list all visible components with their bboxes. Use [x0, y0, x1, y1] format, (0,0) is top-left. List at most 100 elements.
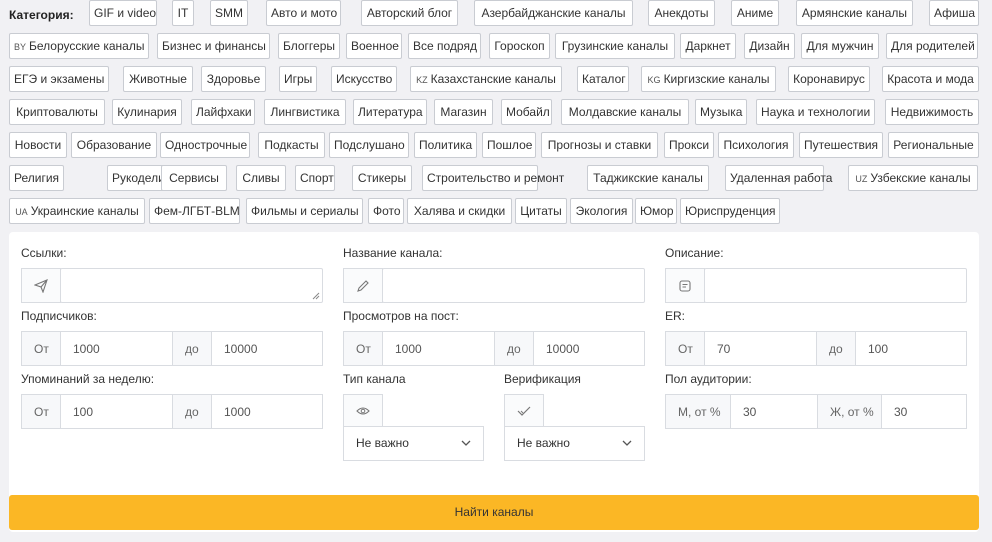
- category-chip[interactable]: Однострочные: [160, 132, 250, 158]
- category-chip[interactable]: Для родителей: [886, 33, 978, 59]
- category-chip-label: Каталог: [582, 72, 626, 86]
- subscribers-to-input[interactable]: 10000: [211, 331, 323, 366]
- category-chip[interactable]: Строительство и ремонт: [422, 165, 564, 191]
- category-chip[interactable]: Здоровье: [201, 66, 266, 92]
- category-chip[interactable]: KZ Казахстанские каналы: [410, 66, 562, 92]
- category-chip[interactable]: Лайфхаки: [191, 99, 255, 125]
- category-chip[interactable]: Прогнозы и ставки: [541, 132, 658, 158]
- category-chip[interactable]: SMM: [210, 0, 248, 26]
- category-chip[interactable]: Удаленная работа: [725, 165, 832, 191]
- category-chip[interactable]: Стикеры: [352, 165, 412, 191]
- category-chip[interactable]: Игры: [279, 66, 317, 92]
- category-chip[interactable]: Молдавские каналы: [561, 99, 689, 125]
- category-chip-label: Недвижимость: [890, 105, 974, 119]
- category-chip[interactable]: Мобайл: [501, 99, 552, 125]
- category-chip[interactable]: Экология: [570, 198, 633, 224]
- category-chip[interactable]: KG Киргизские каналы: [641, 66, 776, 92]
- category-chip[interactable]: Прокси: [664, 132, 714, 158]
- category-chip[interactable]: Искусство: [331, 66, 397, 92]
- category-chip[interactable]: Цитаты: [515, 198, 567, 224]
- category-chip[interactable]: Каталог: [577, 66, 629, 92]
- country-code: KG: [647, 75, 661, 85]
- category-chip-label: Анекдоты: [654, 6, 709, 20]
- category-chip[interactable]: Спорт: [295, 165, 335, 191]
- channel-name-label: Название канала:: [343, 246, 443, 260]
- category-chip[interactable]: Наука и технологии: [756, 99, 875, 125]
- channel-type-select[interactable]: Не важно: [343, 426, 484, 461]
- category-chip[interactable]: Авто и мото: [266, 0, 341, 26]
- check-icon: [504, 394, 544, 427]
- category-chip[interactable]: Бизнес и финансы: [157, 33, 270, 59]
- find-channels-button[interactable]: Найти каналы: [9, 495, 979, 530]
- er-to-input[interactable]: 100: [855, 331, 967, 366]
- category-chip-label: SMM: [215, 6, 243, 20]
- audience-male-input[interactable]: 30: [730, 394, 818, 429]
- category-chip[interactable]: Магазин: [434, 99, 493, 125]
- category-chip[interactable]: Для мужчин: [801, 33, 879, 59]
- category-chip[interactable]: UZ Узбекские каналы: [848, 165, 978, 191]
- category-chip[interactable]: GIF и video: [89, 0, 157, 26]
- category-chip[interactable]: Пошлое: [482, 132, 536, 158]
- category-chip[interactable]: Дизайн: [744, 33, 795, 59]
- category-chip[interactable]: Гороскоп: [489, 33, 550, 59]
- mentions-to-input[interactable]: 1000: [211, 394, 323, 429]
- category-chip[interactable]: Недвижимость: [885, 99, 979, 125]
- category-chip[interactable]: ЕГЭ и экзамены: [9, 66, 109, 92]
- category-chip[interactable]: Фото: [368, 198, 404, 224]
- er-from-input[interactable]: 70: [704, 331, 817, 366]
- category-chip[interactable]: Литература: [353, 99, 427, 125]
- category-chip[interactable]: Грузинские каналы: [555, 33, 675, 59]
- category-chip[interactable]: IT: [172, 0, 194, 26]
- category-chip[interactable]: BY Белорусские каналы: [9, 33, 149, 59]
- category-chip[interactable]: Военное: [346, 33, 402, 59]
- category-chip[interactable]: Блоггеры: [278, 33, 340, 59]
- category-chip[interactable]: Подкасты: [258, 132, 325, 158]
- category-chip-label: Лайфхаки: [196, 105, 252, 119]
- category-chip-label: Здоровье: [206, 72, 261, 86]
- category-chip[interactable]: Религия: [9, 165, 64, 191]
- category-chip[interactable]: Все подряд: [408, 33, 481, 59]
- category-chip[interactable]: Новости: [9, 132, 67, 158]
- category-chip[interactable]: Животные: [123, 66, 193, 92]
- category-chip[interactable]: Фем-ЛГБТ-BLM: [149, 198, 240, 224]
- audience-female-input[interactable]: 30: [881, 394, 967, 429]
- category-chip[interactable]: Афиша: [929, 0, 979, 26]
- category-chip[interactable]: Сервисы: [161, 165, 227, 191]
- category-chip-label: Литература: [358, 105, 423, 119]
- category-chip[interactable]: Аниме: [731, 0, 779, 26]
- category-chip[interactable]: Азербайджанские каналы: [474, 0, 633, 26]
- category-chip[interactable]: Анекдоты: [648, 0, 715, 26]
- category-chip[interactable]: Красота и мода: [882, 66, 979, 92]
- category-chip[interactable]: Юриспруденция: [680, 198, 780, 224]
- category-chip[interactable]: Авторский блог: [361, 0, 458, 26]
- verification-select[interactable]: Не важно: [504, 426, 645, 461]
- subscribers-from-input[interactable]: 1000: [60, 331, 173, 366]
- category-chip[interactable]: UA Украинские каналы: [9, 198, 145, 224]
- category-chip[interactable]: Юмор: [635, 198, 677, 224]
- category-chip[interactable]: Таджикские каналы: [587, 165, 709, 191]
- category-chip[interactable]: Армянские каналы: [796, 0, 913, 26]
- channel-name-input[interactable]: [382, 268, 645, 303]
- category-chip[interactable]: Фильмы и сериалы: [246, 198, 363, 224]
- category-chip[interactable]: Сливы: [236, 165, 286, 191]
- category-chip[interactable]: Лингвистика: [264, 99, 346, 125]
- category-chip[interactable]: Образование: [71, 132, 157, 158]
- views-from-input[interactable]: 1000: [382, 331, 495, 366]
- mentions-from-input[interactable]: 100: [60, 394, 173, 429]
- links-textarea[interactable]: [60, 268, 323, 303]
- views-to-input[interactable]: 10000: [533, 331, 645, 366]
- category-chip[interactable]: Халява и скидки: [407, 198, 512, 224]
- category-chip-label: Военное: [351, 39, 399, 53]
- category-chip-label: Экология: [575, 204, 628, 218]
- category-chip[interactable]: Политика: [414, 132, 477, 158]
- category-chip[interactable]: Музыка: [695, 99, 747, 125]
- category-chip[interactable]: Путешествия: [799, 132, 883, 158]
- description-input[interactable]: [704, 268, 967, 303]
- category-chip[interactable]: Кулинария: [112, 99, 182, 125]
- category-chip[interactable]: Криптовалюты: [9, 99, 105, 125]
- category-chip[interactable]: Коронавирус: [788, 66, 870, 92]
- category-chip[interactable]: Даркнет: [680, 33, 736, 59]
- category-chip[interactable]: Психология: [718, 132, 794, 158]
- category-chip[interactable]: Подслушано: [329, 132, 409, 158]
- category-chip[interactable]: Региональные: [888, 132, 979, 158]
